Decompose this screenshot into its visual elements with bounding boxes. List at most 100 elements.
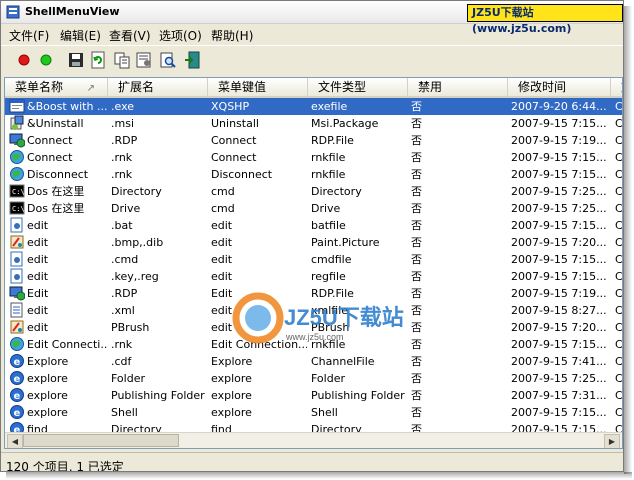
ie-icon: e bbox=[10, 354, 24, 368]
cell-key: Connect bbox=[211, 134, 257, 147]
scroll-left-icon[interactable]: ◀ bbox=[7, 434, 23, 448]
cell-time: 2007-9-15 7:19... bbox=[511, 287, 607, 300]
cell-key: explore bbox=[211, 389, 252, 402]
cell-time: 2007-9-20 6:44... bbox=[511, 100, 607, 113]
column-header-more[interactable]: 文 bbox=[611, 78, 622, 96]
svg-text:C:\: C:\ bbox=[12, 188, 25, 196]
cell-name: Disconnect bbox=[27, 168, 89, 181]
disable-red-icon[interactable] bbox=[15, 51, 33, 69]
cell-disabled: 否 bbox=[411, 321, 422, 334]
cell-key: cmd bbox=[211, 202, 235, 215]
cell-name: edit bbox=[27, 253, 49, 266]
find-icon[interactable] bbox=[159, 51, 177, 69]
cell-disabled: 否 bbox=[411, 236, 422, 249]
save-icon[interactable] bbox=[67, 51, 85, 69]
column-header-extension[interactable]: 扩展名 bbox=[108, 78, 208, 96]
cell-type: Folder bbox=[311, 372, 345, 385]
menu-items-list[interactable]: 菜单名称 ↗ 扩展名 菜单键值 文件类型 禁用 修改时间 文 &Boost wit… bbox=[4, 77, 623, 449]
table-row[interactable]: Connect .RDP Connect RDP.File 否 2007-9-15 7:1… bbox=[5, 132, 622, 149]
cmd-icon: C:\ bbox=[9, 184, 25, 198]
cell-disabled: 否 bbox=[411, 372, 422, 385]
cell-key: cmd bbox=[211, 185, 235, 198]
globe-icon bbox=[10, 167, 24, 181]
cell-type: rnkfile bbox=[311, 168, 346, 181]
cell-type: Directory bbox=[311, 185, 362, 198]
table-row[interactable]: e explore Shell explore Shell 否 2007-9-15 7:15… bbox=[5, 404, 623, 421]
table-row[interactable]: &Uninstall .msi Uninstall Msi.Package 否 2007-… bbox=[5, 115, 623, 132]
scroll-thumb[interactable] bbox=[23, 434, 179, 447]
cell-disabled: 否 bbox=[411, 151, 422, 164]
cell-disabled: 否 bbox=[411, 389, 422, 402]
cell-ext: PBrush bbox=[111, 321, 150, 334]
table-row[interactable]: Connect .rnk Connect rnkfile 否 2007-9-15 7:15… bbox=[5, 149, 622, 166]
column-header-menu-name[interactable]: 菜单名称 ↗ bbox=[5, 78, 108, 96]
table-row[interactable]: edit .key,.reg edit regfile 否 2007-9-15 7:15.… bbox=[5, 268, 622, 285]
cell-ext: Drive bbox=[111, 202, 141, 215]
table-row[interactable]: edit .bmp,.dib edit Paint.Picture 否 2007-9-15… bbox=[5, 234, 623, 251]
svg-text:e: e bbox=[14, 408, 21, 419]
cell-disabled: 否 bbox=[411, 355, 422, 368]
refresh-icon[interactable] bbox=[89, 51, 107, 69]
table-row[interactable]: C:\ Dos 在这里 Directory cmd Directory 否 2007-9-1… bbox=[5, 183, 622, 200]
svg-text:e: e bbox=[14, 357, 21, 368]
cell-ext: .cmd bbox=[111, 253, 139, 266]
menu-file[interactable]: 文件(F) bbox=[9, 27, 49, 44]
menu-options[interactable]: 选项(O) bbox=[159, 27, 202, 44]
cell-key: Uninstall bbox=[211, 117, 259, 130]
table-row[interactable]: &Boost with ... .exe XQSHP exefile 否 2007-9-2… bbox=[5, 98, 622, 115]
exe-icon bbox=[9, 99, 25, 113]
cell-disabled: 否 bbox=[411, 134, 422, 147]
column-header-file-type[interactable]: 文件类型 bbox=[308, 78, 408, 96]
title-bar[interactable]: ShellMenuView JZ5U下载站(www.jz5u.com) bbox=[1, 1, 623, 35]
table-row[interactable]: edit .cmd edit cmdfile 否 2007-9-15 7:15... C bbox=[5, 251, 622, 268]
cell-time: 2007-9-15 7:15... bbox=[511, 151, 607, 164]
column-header-disabled[interactable]: 禁用 bbox=[408, 78, 508, 96]
cell-overflow: C bbox=[615, 117, 623, 130]
cell-ext: Folder bbox=[111, 372, 145, 385]
cell-time: 2007-9-15 7:19... bbox=[511, 134, 607, 147]
table-row[interactable]: e explore Folder explore Folder 否 2007-9-15 7:… bbox=[5, 370, 622, 387]
table-row[interactable]: edit .bat edit batfile 否 2007-9-15 7:15... C bbox=[5, 217, 622, 234]
cell-type: Msi.Package bbox=[311, 117, 379, 130]
gear-icon bbox=[10, 217, 23, 233]
exit-icon[interactable] bbox=[183, 51, 201, 69]
cell-key: Connect bbox=[211, 151, 257, 164]
enable-green-icon[interactable] bbox=[37, 51, 55, 69]
rdp-icon bbox=[9, 133, 25, 148]
menu-edit[interactable]: 编辑(E) bbox=[60, 27, 101, 44]
properties-icon[interactable] bbox=[135, 51, 153, 69]
cell-disabled: 否 bbox=[411, 100, 422, 113]
cell-disabled: 否 bbox=[411, 304, 422, 317]
scroll-right-icon[interactable]: ▶ bbox=[604, 434, 620, 448]
cell-overflow: C bbox=[615, 236, 623, 249]
cell-overflow: C bbox=[615, 406, 623, 419]
cell-key: explore bbox=[211, 406, 252, 419]
window-shadow-bottom bbox=[6, 472, 632, 479]
cell-type: cmdfile bbox=[311, 253, 352, 266]
cell-name: edit bbox=[27, 321, 49, 334]
cell-overflow: C bbox=[615, 168, 623, 181]
cell-name: edit bbox=[27, 304, 49, 317]
menu-help[interactable]: 帮助(H) bbox=[211, 27, 253, 44]
cell-type: regfile bbox=[311, 270, 346, 283]
cell-key: Explore bbox=[211, 355, 253, 368]
cell-type: Publishing Folder bbox=[311, 389, 405, 402]
rdp-icon bbox=[9, 286, 25, 301]
cell-disabled: 否 bbox=[411, 168, 422, 181]
table-row[interactable]: e Explore .cdf Explore ChannelFile 否 2007-9-15… bbox=[5, 353, 623, 370]
cell-name: Dos 在这里 bbox=[27, 202, 85, 215]
copy-icon[interactable] bbox=[113, 51, 131, 69]
table-row[interactable]: Disconnect .rnk Disconnect rnkfile 否 2007-9-1… bbox=[5, 166, 623, 183]
gear-icon bbox=[10, 251, 23, 267]
cell-overflow: C bbox=[615, 355, 623, 368]
cell-ext: .bmp,.dib bbox=[111, 236, 164, 249]
horizontal-scrollbar[interactable]: ◀ ▶ bbox=[5, 432, 622, 448]
column-header-menu-key[interactable]: 菜单键值 bbox=[208, 78, 308, 96]
toolbar bbox=[1, 45, 623, 74]
table-row[interactable]: e explore Publishing Folder explore Publishi… bbox=[5, 387, 622, 404]
cell-type: RDP.File bbox=[311, 134, 354, 147]
column-header-modified-time[interactable]: 修改时间 bbox=[508, 78, 611, 96]
menu-view[interactable]: 查看(V) bbox=[109, 27, 151, 44]
table-row[interactable]: C:\ Dos 在这里 Drive cmd Drive 否 2007-9-15 7:25..… bbox=[5, 200, 622, 217]
cell-key: explore bbox=[211, 372, 252, 385]
